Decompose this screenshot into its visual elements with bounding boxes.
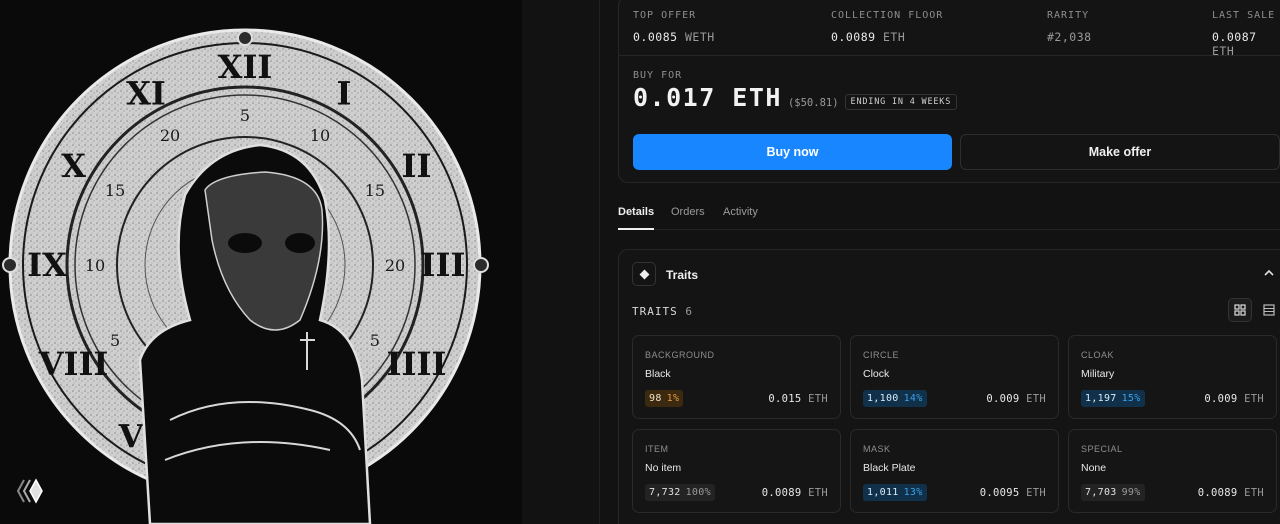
trait-rarity-badge: 7,732 100% bbox=[645, 484, 715, 501]
trait-category: CIRCLE bbox=[863, 350, 900, 360]
page-gutter bbox=[522, 0, 600, 524]
trait-rarity-badge: 98 1% bbox=[645, 390, 684, 407]
stat-value: 0.0085 WETH bbox=[633, 30, 715, 44]
stat-value: 0.0087 ETH bbox=[1212, 30, 1257, 58]
clock-inner-number: 15 bbox=[105, 181, 125, 200]
make-offer-button[interactable]: Make offer bbox=[960, 134, 1280, 170]
clock-numeral: II bbox=[402, 147, 432, 185]
traits-section: Traits TRAITS 6 BACKGROUND Black 98 1% 0… bbox=[618, 249, 1280, 524]
clock-inner-number: 15 bbox=[365, 181, 385, 200]
clock-numeral: IIII bbox=[387, 345, 447, 383]
trait-floor-price: 0.015 ETH bbox=[768, 393, 828, 405]
nft-artwork[interactable]: XIIIIIIIIIIIIVVIVIIVIIIIXXXI510152051015… bbox=[0, 0, 522, 524]
diamond-icon bbox=[632, 262, 656, 286]
trait-rarity-badge: 7,703 99% bbox=[1081, 484, 1145, 501]
clock-numeral: III bbox=[421, 246, 466, 284]
trait-card-circle[interactable]: CIRCLE Clock 1,100 14% 0.009 ETH bbox=[850, 335, 1059, 419]
trait-floor-price: 0.009 ETH bbox=[986, 393, 1046, 405]
clock-inner-number: 5 bbox=[110, 331, 120, 350]
trait-floor-price: 0.0089 ETH bbox=[1197, 487, 1264, 499]
clock-numeral: XI bbox=[126, 75, 166, 113]
trait-card-cloak[interactable]: CLOAK Military 1,197 15% 0.009 ETH bbox=[1068, 335, 1277, 419]
item-detail-panel: TOP OFFER 0.0085 WETH COLLECTION FLOOR 0… bbox=[600, 0, 1280, 524]
stat-collection-floor: COLLECTION FLOOR 0.0089 ETH bbox=[831, 10, 943, 44]
clock-numeral: X bbox=[61, 147, 86, 185]
trait-card-item[interactable]: ITEM No item 7,732 100% 0.0089 ETH bbox=[632, 429, 841, 513]
usd-price: ($50.81) bbox=[787, 97, 839, 109]
trait-rarity-badge: 1,011 13% bbox=[863, 484, 927, 501]
stat-value: 0.0089 ETH bbox=[831, 30, 906, 44]
trait-value: Military bbox=[1081, 368, 1115, 380]
trait-category: ITEM bbox=[645, 444, 669, 454]
trait-value: Black Plate bbox=[863, 462, 916, 474]
trait-category: MASK bbox=[863, 444, 891, 454]
stat-rarity[interactable]: RARITY #2,038 bbox=[1047, 10, 1092, 44]
price-card: TOP OFFER 0.0085 WETH COLLECTION FLOOR 0… bbox=[618, 0, 1280, 183]
trait-floor-price: 0.0089 ETH bbox=[761, 487, 828, 499]
trait-rarity-badge: 1,197 15% bbox=[1081, 390, 1145, 407]
trait-category: BACKGROUND bbox=[645, 350, 715, 360]
clock-inner-number: 20 bbox=[160, 126, 180, 145]
trait-floor-price: 0.009 ETH bbox=[1204, 393, 1264, 405]
trait-floor-price: 0.0095 ETH bbox=[979, 487, 1046, 499]
list-icon bbox=[1263, 304, 1275, 316]
buy-now-button[interactable]: Buy now bbox=[633, 134, 952, 170]
traits-title[interactable]: Traits bbox=[666, 268, 698, 282]
stat-value: #2,038 bbox=[1047, 30, 1092, 44]
trait-rarity-badge: 1,100 14% bbox=[863, 390, 927, 407]
stat-label: TOP OFFER bbox=[633, 10, 697, 21]
trait-card-background[interactable]: BACKGROUND Black 98 1% 0.015 ETH bbox=[632, 335, 841, 419]
trait-value: Clock bbox=[863, 368, 890, 380]
trait-category: CLOAK bbox=[1081, 350, 1115, 360]
tab-details[interactable]: Details bbox=[618, 206, 654, 218]
grid-icon bbox=[1234, 304, 1246, 316]
tab-activity[interactable]: Activity bbox=[723, 206, 758, 218]
tab-orders[interactable]: Orders bbox=[671, 206, 705, 218]
list-view-toggle[interactable] bbox=[1257, 298, 1280, 322]
price-stats: TOP OFFER 0.0085 WETH COLLECTION FLOOR 0… bbox=[633, 10, 1280, 58]
detail-tabs: Details Orders Activity bbox=[618, 199, 1280, 230]
clock-inner-number: 10 bbox=[85, 256, 105, 275]
listing-price: 0.017 ETH bbox=[633, 83, 782, 112]
clock-numeral: VIII bbox=[38, 345, 109, 383]
clock-numeral: I bbox=[337, 75, 352, 113]
stats-divider bbox=[619, 55, 1280, 56]
clock-inner-number: 5 bbox=[370, 331, 380, 350]
trait-category: SPECIAL bbox=[1081, 444, 1123, 454]
active-tab-indicator bbox=[618, 228, 654, 230]
clock-inner-number: 20 bbox=[385, 256, 405, 275]
clock-inner-number: 5 bbox=[240, 106, 250, 125]
clock-inner-number: 10 bbox=[310, 126, 330, 145]
chevron-up-icon[interactable] bbox=[1263, 267, 1275, 279]
clock-numeral: IX bbox=[27, 246, 67, 284]
buy-for-label: BUY FOR bbox=[633, 70, 683, 81]
logo-icon bbox=[16, 478, 43, 504]
clock-numeral: XII bbox=[218, 48, 273, 86]
grid-view-toggle[interactable] bbox=[1228, 298, 1252, 322]
ending-badge: ENDING IN 4 WEEKS bbox=[844, 94, 958, 110]
stat-last-sale: LAST SALE 0.0087 ETH bbox=[1212, 10, 1280, 58]
trait-value: None bbox=[1081, 462, 1107, 474]
traits-count: TRAITS 6 bbox=[632, 305, 693, 318]
trait-card-mask[interactable]: MASK Black Plate 1,011 13% 0.0095 ETH bbox=[850, 429, 1059, 513]
clock-illustration: XIIIIIIIIIIIIVVIVIIVIIIIXXXI510152051015… bbox=[0, 0, 522, 524]
stat-label: RARITY bbox=[1047, 10, 1090, 21]
stat-top-offer: TOP OFFER 0.0085 WETH bbox=[633, 10, 715, 44]
stat-label: LAST SALE bbox=[1212, 10, 1276, 21]
trait-value: Black bbox=[645, 368, 671, 380]
trait-value: No item bbox=[645, 462, 682, 474]
trait-card-special[interactable]: SPECIAL None 7,703 99% 0.0089 ETH bbox=[1068, 429, 1277, 513]
stat-label: COLLECTION FLOOR bbox=[831, 10, 944, 21]
price-row: 0.017 ETH ($50.81) ENDING IN 4 WEEKS bbox=[633, 83, 958, 113]
